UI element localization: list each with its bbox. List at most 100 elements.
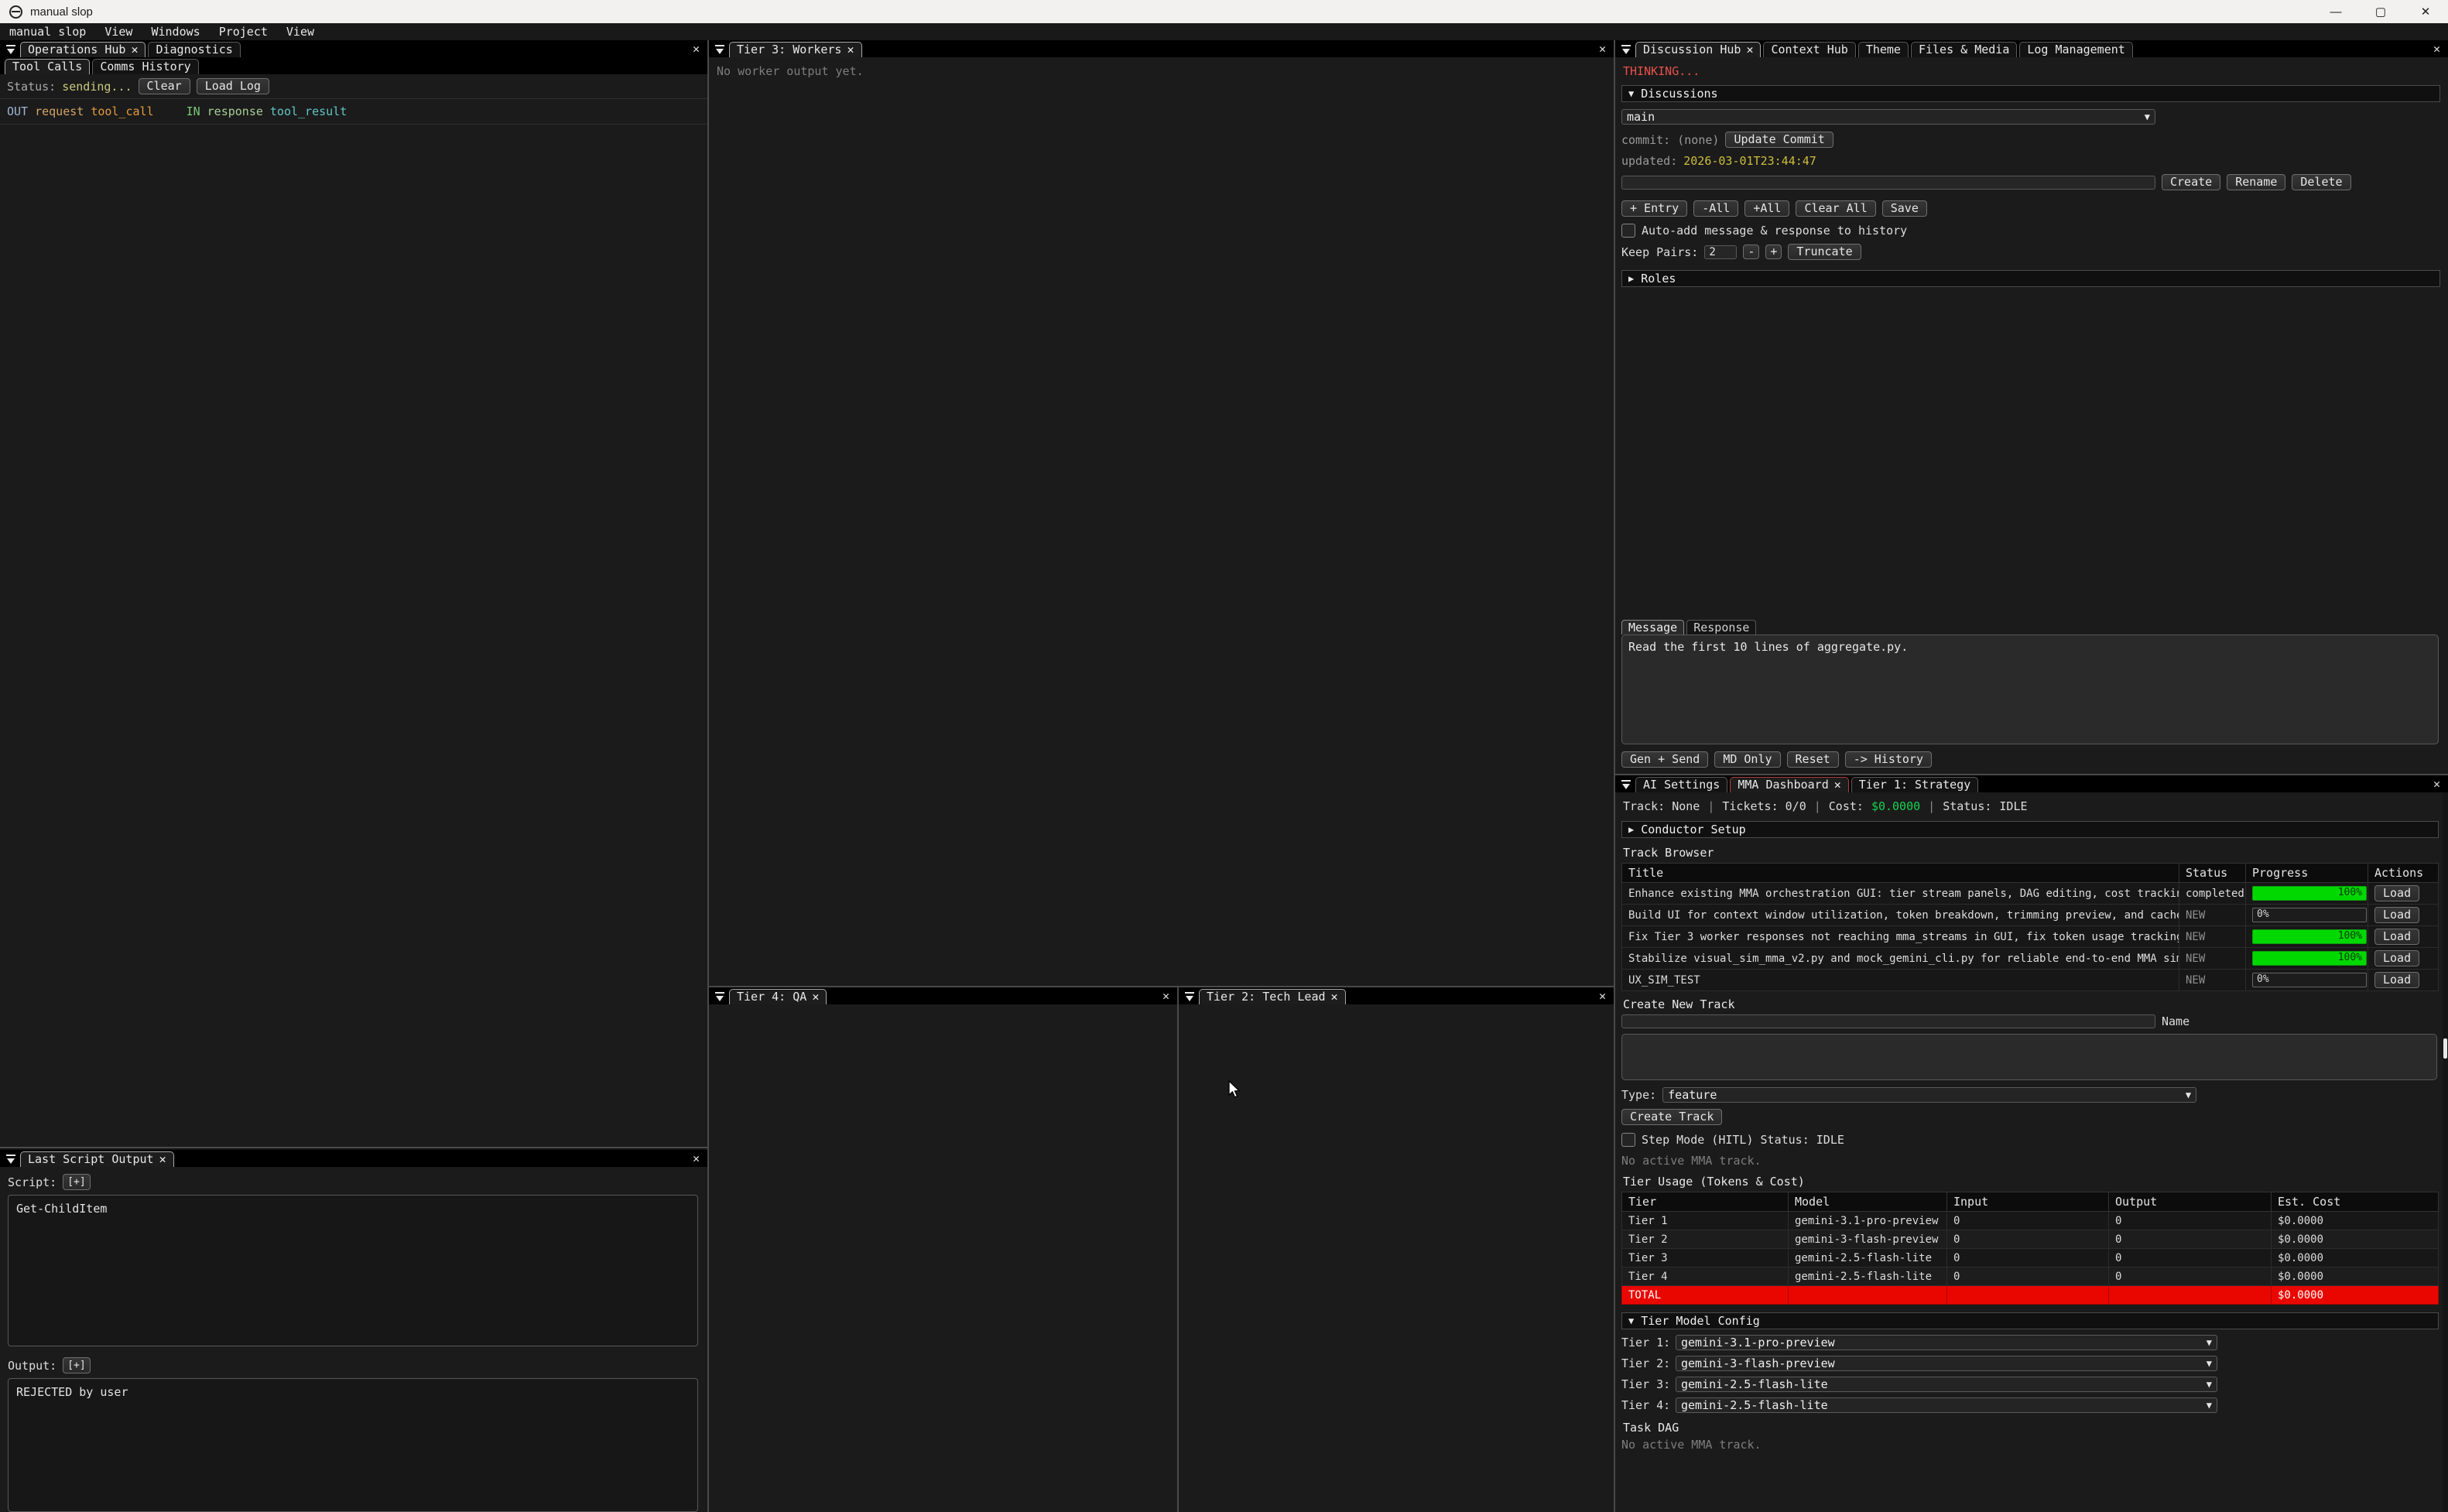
add-entry-button[interactable]: + Entry [1621, 200, 1687, 217]
tab-diagnostics[interactable]: Diagnostics [148, 42, 240, 57]
tab-context-hub[interactable]: Context Hub [1763, 42, 1855, 57]
tab-tier2-tech-lead[interactable]: Tier 2: Tech Lead ✕ [1199, 989, 1346, 1004]
splitter-ops-script[interactable] [0, 1147, 707, 1148]
menu-item-view[interactable]: View [95, 25, 142, 39]
close-icon[interactable]: ✕ [2433, 777, 2440, 791]
clear-button[interactable]: Clear [139, 78, 190, 94]
close-icon[interactable]: ✕ [1599, 989, 1606, 1003]
script-expand-button[interactable]: [+] [63, 1174, 90, 1190]
close-icon[interactable]: ✕ [1162, 989, 1169, 1003]
discussion-select[interactable]: main ▼ [1621, 109, 2155, 125]
tab-log-management[interactable]: Log Management [2019, 42, 2132, 57]
tier1-model-select[interactable]: gemini-3.1-pro-preview ▼ [1676, 1335, 2217, 1350]
menu-item-windows[interactable]: Windows [142, 25, 209, 39]
table-row[interactable]: Build UI for context window utilization,… [1622, 905, 2439, 926]
tab-close-icon[interactable]: ✕ [159, 1152, 166, 1167]
tab-list-icon[interactable] [1620, 44, 1632, 55]
close-icon[interactable]: ✕ [1599, 42, 1606, 56]
table-row[interactable]: Stabilize visual_sim_mma_v2.py and mock_… [1622, 948, 2439, 970]
create-button[interactable]: Create [2162, 174, 2220, 190]
auto-add-checkbox[interactable] [1621, 224, 1635, 238]
roles-section-header[interactable]: ▶ Roles [1621, 270, 2440, 287]
tab-close-icon[interactable]: ✕ [1746, 43, 1753, 57]
close-icon[interactable]: ✕ [693, 42, 700, 56]
tier3-model-select[interactable]: gemini-2.5-flash-lite ▼ [1676, 1377, 2217, 1392]
tab-comms-history[interactable]: Comms History [92, 59, 198, 74]
clear-all-button[interactable]: Clear All [1796, 200, 1875, 217]
tab-ai-settings[interactable]: AI Settings [1635, 777, 1727, 792]
update-commit-button[interactable]: Update Commit [1725, 132, 1833, 148]
tab-tool-calls[interactable]: Tool Calls [5, 59, 90, 74]
tab-message[interactable]: Message [1621, 620, 1684, 635]
tier4-model-select[interactable]: gemini-2.5-flash-lite ▼ [1676, 1397, 2217, 1413]
keep-pairs-input[interactable] [1704, 245, 1737, 259]
load-track-button[interactable]: Load [2374, 907, 2419, 923]
tab-close-icon[interactable]: ✕ [1834, 778, 1841, 792]
truncate-button[interactable]: Truncate [1788, 244, 1861, 260]
tab-list-icon[interactable] [1183, 991, 1196, 1002]
load-track-button[interactable]: Load [2374, 950, 2419, 966]
discussions-section-header[interactable]: ▼ Discussions [1621, 85, 2440, 102]
tab-list-icon[interactable] [714, 44, 726, 55]
tab-theme[interactable]: Theme [1858, 42, 1909, 57]
close-icon[interactable]: ✕ [2433, 42, 2440, 56]
menu-item-project[interactable]: Project [210, 25, 277, 39]
gen-send-button[interactable]: Gen + Send [1621, 751, 1708, 768]
to-history-button[interactable]: -> History [1845, 751, 1932, 768]
table-row[interactable]: Enhance existing MMA orchestration GUI: … [1622, 883, 2439, 905]
tab-tier1-strategy[interactable]: Tier 1: Strategy [1851, 777, 1979, 792]
reset-button[interactable]: Reset [1787, 751, 1839, 768]
tab-response[interactable]: Response [1686, 620, 1756, 635]
save-button[interactable]: Save [1882, 200, 1927, 217]
tab-last-script-output[interactable]: Last Script Output ✕ [20, 1151, 174, 1167]
output-expand-button[interactable]: [+] [63, 1357, 90, 1373]
table-row[interactable]: Fix Tier 3 worker responses not reaching… [1622, 926, 2439, 948]
close-icon[interactable]: ✕ [693, 1151, 700, 1165]
keep-pairs-plus-button[interactable]: + [1765, 245, 1782, 259]
tab-mma-dashboard[interactable]: MMA Dashboard ✕ [1730, 777, 1848, 792]
table-row[interactable]: UX_SIM_TEST NEW Load [1622, 970, 2439, 991]
load-track-button[interactable]: Load [2374, 972, 2419, 988]
menu-item-view-2[interactable]: View [277, 25, 324, 39]
tab-close-icon[interactable]: ✕ [847, 43, 854, 57]
script-content-box[interactable]: Get-ChildItem [8, 1195, 698, 1346]
scrollbar-thumb[interactable] [2443, 1038, 2447, 1059]
load-track-button[interactable]: Load [2374, 929, 2419, 945]
tier2-model-select[interactable]: gemini-3-flash-preview ▼ [1676, 1356, 2217, 1371]
tab-list-icon[interactable] [5, 44, 17, 55]
load-track-button[interactable]: Load [2374, 885, 2419, 901]
keep-pairs-minus-button[interactable]: - [1743, 245, 1759, 259]
tab-discussion-hub[interactable]: Discussion Hub ✕ [1635, 42, 1761, 57]
conductor-setup-header[interactable]: ▶ Conductor Setup [1621, 821, 2439, 838]
tab-tier3-workers[interactable]: Tier 3: Workers ✕ [729, 42, 862, 57]
collapse-all-button[interactable]: -All [1693, 200, 1738, 217]
discussion-name-input[interactable] [1621, 176, 2155, 190]
tier-model-config-header[interactable]: ▼ Tier Model Config [1621, 1312, 2439, 1329]
rename-button[interactable]: Rename [2227, 174, 2285, 190]
create-track-button[interactable]: Create Track [1621, 1109, 1722, 1125]
scrollbar[interactable] [2443, 792, 2448, 1512]
output-content-box[interactable]: REJECTED by user [8, 1378, 698, 1512]
tab-list-icon[interactable] [714, 991, 726, 1002]
close-icon[interactable]: ✕ [2403, 0, 2448, 23]
tab-list-icon[interactable] [5, 1154, 17, 1165]
menu-item-manual-slop[interactable]: manual slop [0, 25, 95, 39]
tab-close-icon[interactable]: ✕ [1331, 990, 1338, 1004]
tab-files-media[interactable]: Files & Media [1911, 42, 2017, 57]
tab-close-icon[interactable]: ✕ [131, 43, 138, 57]
new-track-description-textarea[interactable] [1621, 1034, 2437, 1080]
load-log-button[interactable]: Load Log [197, 78, 269, 94]
minimize-icon[interactable]: — [2313, 0, 2358, 23]
tab-close-icon[interactable]: ✕ [812, 990, 819, 1004]
maximize-icon[interactable]: ▢ [2358, 0, 2403, 23]
expand-all-button[interactable]: +All [1744, 200, 1789, 217]
delete-button[interactable]: Delete [2292, 174, 2350, 190]
tab-tier4-qa[interactable]: Tier 4: QA ✕ [729, 989, 827, 1004]
tab-list-icon[interactable] [1620, 779, 1632, 790]
tab-operations-hub[interactable]: Operations Hub ✕ [20, 42, 146, 57]
step-mode-checkbox[interactable] [1621, 1133, 1635, 1147]
md-only-button[interactable]: MD Only [1714, 751, 1780, 768]
new-track-name-input[interactable] [1621, 1014, 2155, 1028]
track-type-select[interactable]: feature ▼ [1662, 1087, 2196, 1103]
message-textarea[interactable]: Read the first 10 lines of aggregate.py. [1621, 635, 2439, 744]
